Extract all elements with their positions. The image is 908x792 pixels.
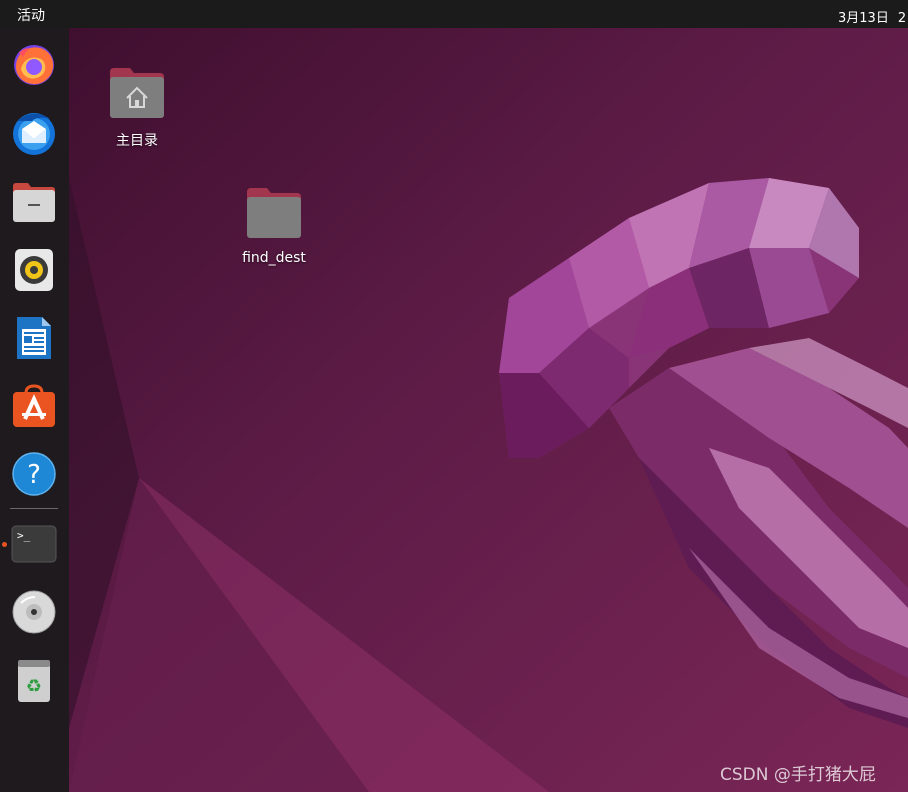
dock-item-optical-disc[interactable]: [8, 586, 60, 638]
clock-date: 3月13日: [838, 11, 889, 26]
ubuntu-software-icon: [13, 384, 55, 427]
watermark: CSDN @手打猪大屁: [720, 765, 876, 785]
files-icon: [13, 183, 55, 222]
dock-item-files[interactable]: [8, 176, 60, 228]
terminal-icon: >_: [11, 525, 57, 563]
dock-item-thunderbird[interactable]: [8, 107, 60, 159]
firefox-icon: [14, 45, 54, 85]
rhythmbox-icon: [15, 249, 53, 291]
clock[interactable]: 3月13日 2: [838, 7, 906, 26]
desktop-icon-label: 主目录: [116, 133, 158, 149]
desktop-icon-label: find_dest: [242, 250, 306, 266]
folder-icon: [247, 188, 301, 238]
dock-item-trash[interactable]: ♻: [8, 654, 60, 706]
clock-trailing: 2: [897, 11, 907, 26]
dock-item-terminal[interactable]: >_: [8, 518, 60, 570]
dock: ? >_ ♻: [0, 28, 69, 792]
desktop-screen: 活动 3月13日 2 ? >_ ♻ 主目录 find_dest CSDN @手打…: [0, 0, 908, 792]
dock-item-ubuntu-software[interactable]: [8, 380, 60, 432]
terminal-glyph: >_: [17, 529, 31, 542]
disc-icon: [12, 590, 56, 634]
dock-separator: [10, 508, 58, 509]
top-bar: 活动 3月13日 2: [0, 0, 908, 28]
desktop-icon-find-dest[interactable]: find_dest: [219, 186, 329, 266]
recycle-glyph: ♻: [26, 676, 42, 697]
dock-item-libreoffice-writer[interactable]: [8, 312, 60, 364]
help-glyph: ?: [27, 460, 41, 490]
home-folder-icon: [110, 68, 164, 118]
trash-icon: ♻: [18, 660, 50, 702]
desktop-icon-home[interactable]: 主目录: [82, 66, 192, 150]
thunderbird-icon: [13, 113, 55, 155]
wallpaper: [69, 28, 908, 792]
running-indicator: [2, 542, 7, 547]
dock-item-rhythmbox[interactable]: [8, 244, 60, 296]
activities-button[interactable]: 活动: [17, 5, 45, 25]
libreoffice-writer-icon: [17, 317, 51, 359]
help-icon: ?: [12, 452, 56, 496]
dock-item-firefox[interactable]: [8, 38, 60, 90]
dock-item-help[interactable]: ?: [8, 448, 60, 500]
